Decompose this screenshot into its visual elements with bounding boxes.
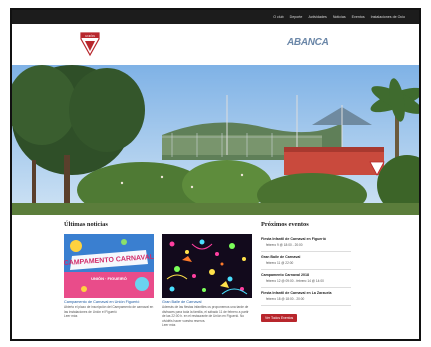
event-title[interactable]: Gran Baile de Carnaval <box>261 255 351 259</box>
event-item[interactable]: Gran Baile de Carnaval febrero 11 @ 22:0… <box>261 252 351 270</box>
club-logo-icon[interactable]: UNIÓN <box>80 31 100 57</box>
event-title[interactable]: Fiesta Infantil de Carnaval en Figuerió <box>261 237 351 241</box>
sponsor-name: ABANCA <box>287 37 329 48</box>
read-more-link[interactable]: Leer más <box>64 314 154 318</box>
event-title[interactable]: Campamento Carnaval 2018 <box>261 273 351 277</box>
nav-actividades[interactable]: Actividades <box>308 15 326 19</box>
event-item[interactable]: Fiesta Infantil de Carnaval en La Zarzue… <box>261 288 351 306</box>
nav-instalaciones[interactable]: Instalaciones de Ocio <box>371 15 405 19</box>
news-card-image[interactable]: CAMPAMENTO CARNAVAL UNIÓN · FIGUEIRÓ <box>64 234 154 298</box>
nav-noticias[interactable]: Noticias <box>333 15 346 19</box>
top-navigation: O club Deporte Actividades Noticias Even… <box>12 10 419 24</box>
read-more-link[interactable]: Leer más <box>162 323 252 327</box>
club-badge-text: UNIÓN <box>85 33 95 38</box>
main-content: Últimas noticias CAMPAMENTO CARNAVAL UNI… <box>12 215 419 339</box>
event-date: febrero 9 @ 18:00 - 20:00 <box>266 243 303 247</box>
news-card-title[interactable]: Campamento de Carnaval en Unión Figuerió <box>64 300 154 304</box>
latest-news: Últimas noticias CAMPAMENTO CARNAVAL UNI… <box>64 221 252 327</box>
event-date: febrero 11 @ 22:00 <box>266 261 294 265</box>
event-title[interactable]: Fiesta Infantil de Carnaval en La Zarzue… <box>261 291 351 295</box>
event-item[interactable]: Fiesta Infantil de Carnaval en Figuerió … <box>261 234 351 252</box>
news-card[interactable]: CAMPAMENTO CARNAVAL UNIÓN · FIGUEIRÓ Cam… <box>64 234 154 327</box>
all-events-button[interactable]: Ver Todos Eventos <box>261 314 298 322</box>
browser-page: O club Deporte Actividades Noticias Even… <box>10 8 421 341</box>
nav-club[interactable]: O club <box>273 15 283 19</box>
news-card[interactable]: Gran Baile de Carnaval Además de las fie… <box>162 234 252 327</box>
event-date: febrero 18 @ 18:00 - 20:00 <box>266 297 305 301</box>
news-card-title[interactable]: Gran Baile de Carnaval <box>162 300 252 304</box>
news-card-image[interactable] <box>162 234 252 298</box>
news-section-title: Últimas noticias <box>64 221 108 228</box>
news-card-excerpt: Abierto el plazo de inscripción del Camp… <box>64 305 154 314</box>
event-date: febrero 12 @ 09:00 - febrero 14 @ 14:00 <box>266 279 324 283</box>
event-item[interactable]: Campamento Carnaval 2018 febrero 12 @ 09… <box>261 270 351 288</box>
site-header: UNIÓN ABANCA <box>12 24 419 65</box>
events-section-title: Próximos eventos <box>261 221 309 228</box>
nav-eventos[interactable]: Eventos <box>352 15 365 19</box>
hero-image <box>12 65 419 215</box>
news-image-caption-2: UNIÓN · FIGUEIRÓ <box>91 276 127 281</box>
news-card-excerpt: Además de las fiestas infantiles os prop… <box>162 305 249 323</box>
upcoming-events: Próximos eventos Fiesta Infantil de Carn… <box>261 221 351 324</box>
nav-deporte[interactable]: Deporte <box>290 15 303 19</box>
sponsor-logo[interactable]: ABANCA <box>287 37 329 48</box>
